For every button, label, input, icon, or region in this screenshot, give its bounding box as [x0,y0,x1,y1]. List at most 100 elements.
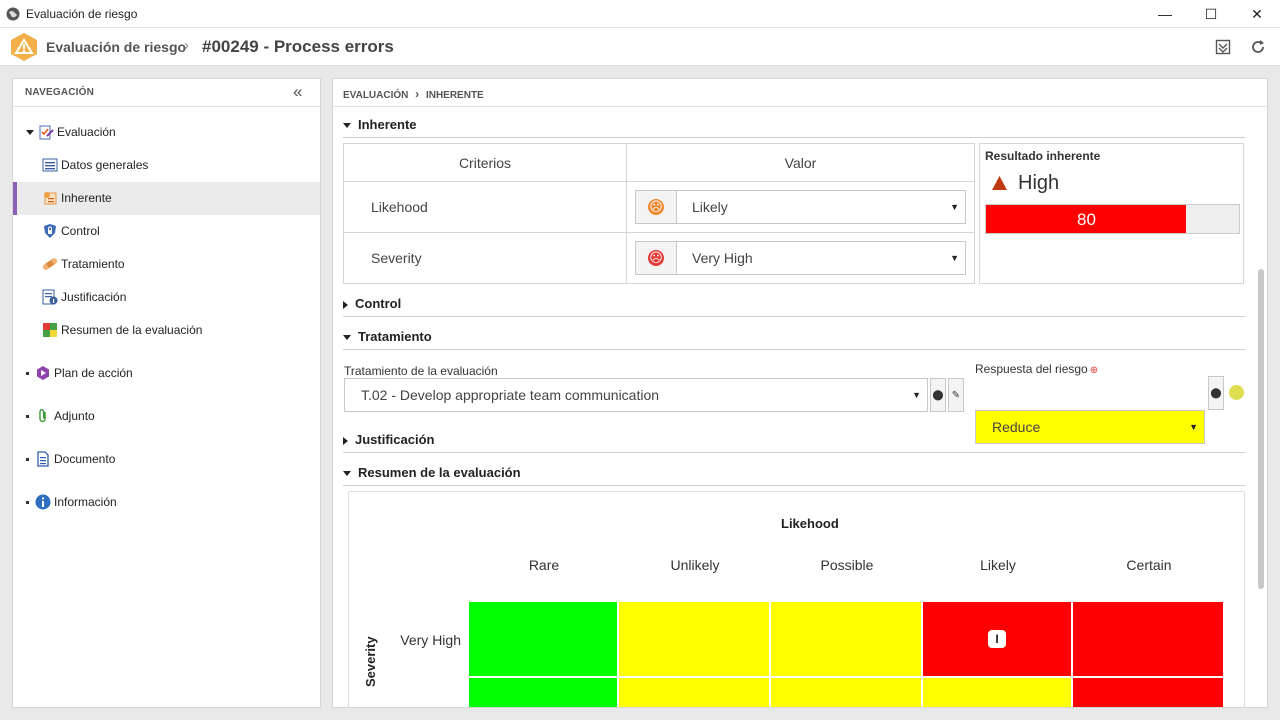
dropdown-caret-icon: ▼ [950,202,959,212]
expand-caret-icon [343,436,348,445]
respuesta-select[interactable]: Reduce ▼ [975,410,1205,444]
checklist-icon[interactable] [1215,39,1231,55]
matrix-column-label: Likely [980,557,1016,573]
section-resumen-header[interactable]: Resumen de la evaluación [343,465,521,480]
sidebar-item-resumen[interactable]: Resumen de la evaluación [42,320,202,340]
sidebar-item-tratamiento[interactable]: Tratamiento [42,254,125,274]
sidebar-item-label: Adjunto [54,409,95,423]
criteria-table: Criterios Valor Likehood ☹ Likely ▼ Seve… [343,143,975,284]
select-value: Likely [692,199,728,215]
divider [333,106,1267,107]
section-title: Control [355,296,402,311]
select-value: Reduce [992,419,1041,435]
resultado-value: 80 [1077,210,1096,229]
window-title-bar: Evaluación de riesgo — ☐ ✕ [0,0,1280,28]
collapse-nav-icon[interactable]: « [293,82,302,102]
eraser-icon: ✎ [951,389,961,401]
respuesta-search-button[interactable]: ⬤ [1208,376,1224,410]
refresh-icon[interactable] [1249,38,1267,56]
sidebar-item-justificacion[interactable]: Justificación [42,287,126,307]
bullet [26,371,29,375]
severity-select[interactable]: ☹ Very High ▼ [635,241,966,275]
document-icon [35,451,51,467]
clear-button[interactable]: ✎ [948,378,964,412]
close-button[interactable]: ✕ [1234,0,1280,28]
section-tratamiento-header[interactable]: Tratamiento [343,329,432,344]
matrix-cell[interactable] [619,678,769,707]
record-header: Evaluación de riesgo › #00249 - Process … [0,28,1280,66]
breadcrumb-root[interactable]: Evaluación de riesgo [46,39,186,55]
divider [343,349,1245,350]
bandage-icon [42,256,58,272]
expand-caret-icon [343,300,348,309]
section-title: Resumen de la evaluación [358,465,521,480]
select-value: Very High [692,250,753,266]
maximize-button[interactable]: ☐ [1188,0,1234,28]
table-row: Likehood ☹ Likely ▼ [343,181,975,233]
section-inherente-header[interactable]: Inherente [343,117,417,132]
breadcrumb-item[interactable]: EVALUACIÓN [343,90,408,101]
dropdown-caret-icon: ▼ [912,390,921,400]
risk-matrix-container: Likehood Rare Unlikely Possible Likely Certa… [348,491,1245,707]
matrix-cell[interactable] [1073,678,1223,707]
section-control-header[interactable]: Control [343,296,401,311]
navigation-title: NAVEGACIÓN [25,87,95,98]
matrix-cell[interactable] [469,602,617,676]
chevron-right-icon: › [415,87,420,101]
sidebar-item-label: Evaluación [57,125,116,139]
sidebar-item-informacion[interactable]: Información [26,492,117,512]
matrix-y-title: Severity [363,636,378,687]
resultado-inherente-box: Resultado inherente High 80 [979,143,1244,284]
respuesta-label: Respuesta del riesgo ⊕ [975,362,1099,376]
collapse-caret-icon [343,335,351,341]
matrix-cell[interactable] [771,602,921,676]
matrix-cell[interactable] [923,678,1071,707]
column-header-criterios: Criterios [343,143,627,182]
sidebar-item-plan-de-accion[interactable]: Plan de acción [26,363,133,383]
sidebar-item-control[interactable]: Control [42,221,100,241]
expand-caret-icon[interactable] [26,129,34,135]
likehood-select[interactable]: ☹ Likely ▼ [635,190,966,224]
main-breadcrumb: EVALUACIÓN › INHERENTE [343,87,484,101]
select-value: T.02 - Develop appropriate team communic… [361,387,660,403]
divider [343,485,1245,486]
matrix-cell[interactable] [619,602,769,676]
matrix-cell[interactable] [771,678,921,707]
justification-icon [42,289,58,305]
sidebar-item-documento[interactable]: Documento [26,449,115,469]
angry-face-icon: ☹ [636,242,677,274]
sidebar-item-label: Justificación [61,290,127,304]
matrix-column-label: Certain [1126,557,1172,573]
criterio-severity: Severity [343,232,627,284]
sidebar-item-label: Información [54,495,117,509]
matrix-cell[interactable] [469,678,617,707]
warning-triangle-icon [992,176,1007,190]
search-binoculars-button[interactable]: ⬤ [930,378,946,412]
divider [343,452,1245,453]
divider [13,106,320,107]
sidebar-item-adjunto[interactable]: Adjunto [26,406,95,426]
minimize-button[interactable]: — [1142,0,1188,28]
matrix-column-label: Unlikely [670,557,720,573]
inherent-marker[interactable]: I [988,630,1006,648]
column-header-valor: Valor [626,143,975,182]
section-justificacion-header[interactable]: Justificación [343,432,434,447]
paperclip-icon [35,408,51,424]
sidebar-item-datos-generales[interactable]: Datos generales [42,155,148,175]
sidebar-item-inherente[interactable]: Inherente [42,188,112,208]
required-icon: ⊕ [1089,365,1099,376]
heatmap-icon [42,322,58,338]
maximize-icon: ☐ [1204,5,1218,22]
action-plan-icon [35,365,51,381]
matrix-cell[interactable] [1073,602,1223,676]
dropdown-caret-icon: ▼ [950,253,959,263]
divider [343,137,1245,138]
scrollbar-thumb[interactable] [1258,269,1264,589]
collapse-caret-icon [343,123,351,129]
main-panel: EVALUACIÓN › INHERENTE Inherente Criteri… [332,78,1268,708]
tratamiento-select[interactable]: T.02 - Develop appropriate team communic… [344,378,928,412]
status-indicator-dot [1229,385,1244,400]
sidebar-item-evaluacion[interactable]: Evaluación [26,122,116,142]
sidebar-item-label: Control [61,224,100,238]
matrix-cell[interactable]: I [923,602,1071,676]
